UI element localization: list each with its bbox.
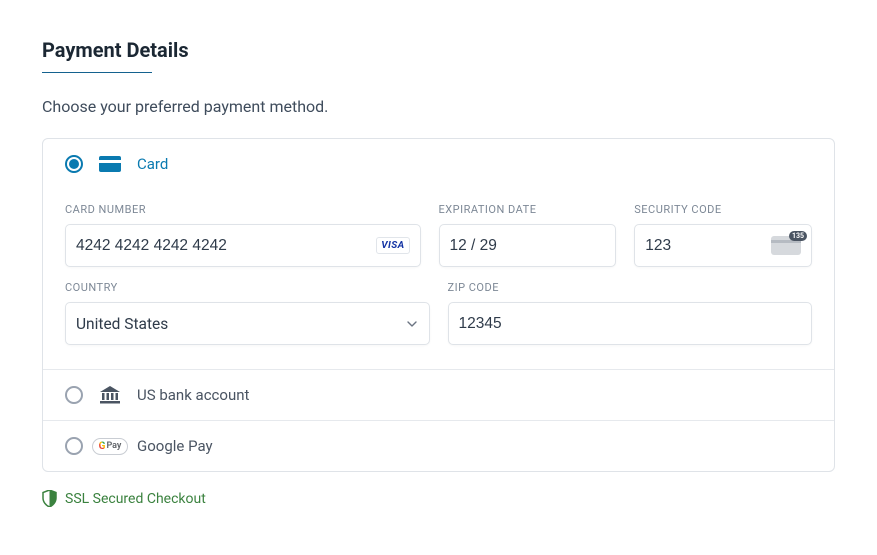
ssl-text: SSL Secured Checkout [65, 491, 206, 507]
payment-method-card-label: Card [137, 155, 168, 173]
country-label: COUNTRY [65, 281, 430, 294]
credit-card-icon [99, 156, 121, 172]
zip-input-wrap [448, 302, 813, 345]
shield-icon [42, 490, 57, 507]
ssl-footer: SSL Secured Checkout [42, 490, 835, 507]
chevron-down-icon [405, 317, 419, 331]
field-cvc: SECURITY CODE 135 [634, 203, 812, 267]
payment-method-bank[interactable]: US bank account [43, 369, 834, 420]
cvc-label: SECURITY CODE [634, 203, 812, 216]
cvc-hint-icon: 135 [771, 236, 801, 255]
expiry-label: EXPIRATION DATE [439, 203, 617, 216]
radio-bank[interactable] [65, 386, 83, 404]
visa-badge-icon: VISA [376, 237, 409, 254]
zip-input[interactable] [459, 315, 802, 333]
card-form: CARD NUMBER VISA EXPIRATION DATE SECURIT… [43, 203, 834, 369]
bank-icon [99, 386, 121, 404]
card-number-label: CARD NUMBER [65, 203, 421, 216]
payment-methods-container: Card CARD NUMBER VISA EXPIRATION DATE SE… [42, 138, 835, 472]
payment-method-card[interactable]: Card [43, 139, 834, 189]
page-title: Payment Details [42, 38, 835, 62]
radio-card[interactable] [65, 155, 83, 173]
page-subtitle: Choose your preferred payment method. [42, 97, 835, 116]
gpay-icon: GPay [99, 438, 121, 455]
zip-label: ZIP CODE [448, 281, 813, 294]
cvc-input-wrap: 135 [634, 224, 812, 267]
card-number-input-wrap: VISA [65, 224, 421, 267]
field-card-number: CARD NUMBER VISA [65, 203, 421, 267]
expiry-input-wrap [439, 224, 617, 267]
field-expiry: EXPIRATION DATE [439, 203, 617, 267]
payment-method-bank-label: US bank account [137, 386, 249, 404]
country-select[interactable]: United States [65, 302, 430, 345]
radio-gpay[interactable] [65, 437, 83, 455]
title-underline [42, 72, 152, 73]
payment-method-gpay-label: Google Pay [137, 437, 213, 455]
payment-method-gpay[interactable]: GPay Google Pay [43, 420, 834, 471]
card-number-input[interactable] [76, 237, 376, 255]
cvc-input[interactable] [645, 237, 771, 255]
field-country: COUNTRY United States [65, 281, 430, 345]
field-zip: ZIP CODE [448, 281, 813, 345]
expiry-input[interactable] [450, 237, 606, 255]
country-value: United States [76, 315, 168, 333]
